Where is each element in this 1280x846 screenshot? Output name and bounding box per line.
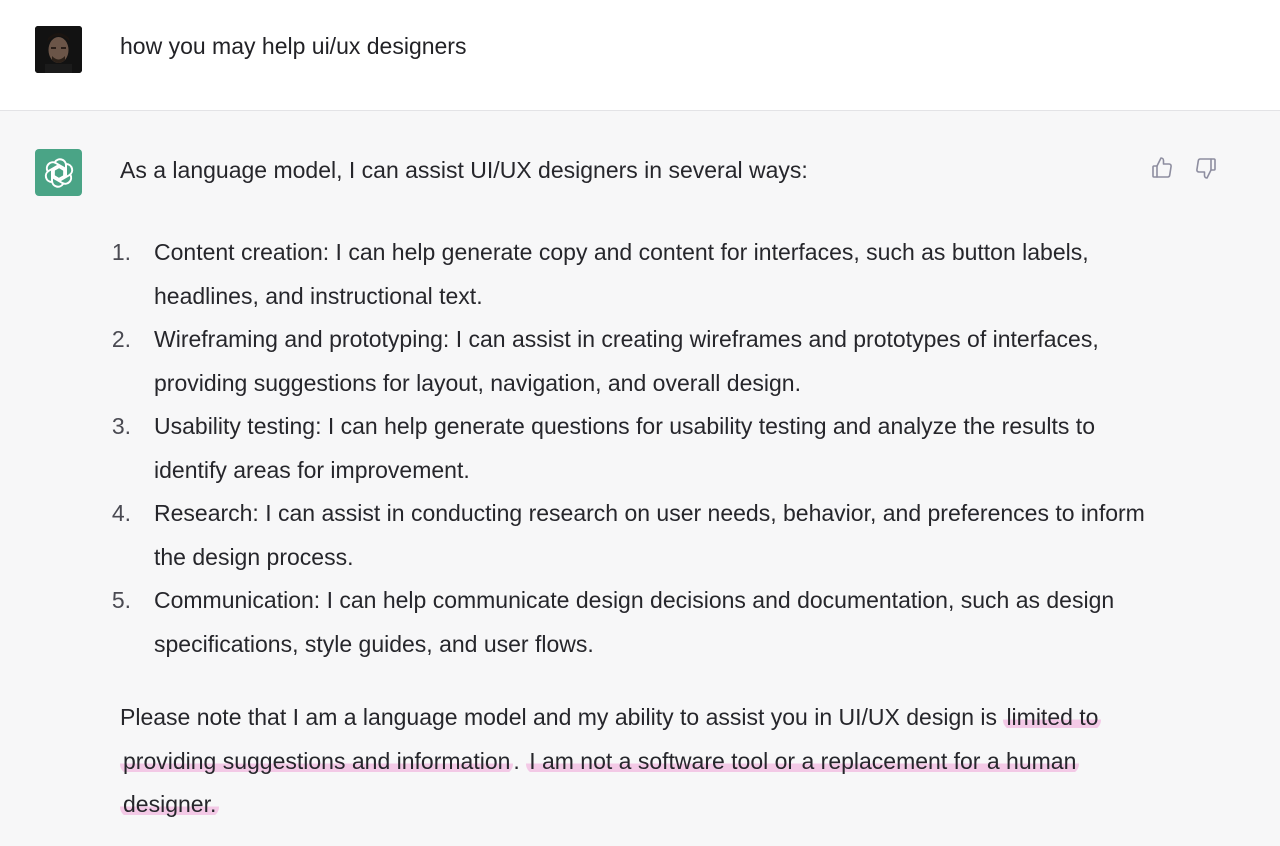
assistant-message-row: As a language model, I can assist UI/UX … (0, 111, 1280, 846)
list-item: 5. Communication: I can help communicate… (112, 579, 1150, 666)
list-item-text: Research: I can assist in conducting res… (154, 500, 1145, 570)
list-item-text: Communication: I can help communicate de… (154, 587, 1115, 657)
list-number: 5. (111, 587, 131, 613)
assistant-intro: As a language model, I can assist UI/UX … (120, 157, 808, 183)
list-item: 3. Usability testing: I can help generat… (112, 405, 1150, 492)
list-item: 1. Content creation: I can help generate… (112, 231, 1150, 318)
user-message-row: how you may help ui/ux designers (0, 0, 1280, 111)
list-item: 2. Wireframing and prototyping: I can as… (112, 318, 1150, 405)
list-number: 1. (111, 239, 131, 265)
assistant-message-content: As a language model, I can assist UI/UX … (112, 155, 1150, 827)
openai-logo-icon (44, 157, 73, 188)
user-avatar (35, 26, 82, 73)
list-number: 2. (111, 326, 131, 352)
list-number: 3. (111, 413, 131, 439)
list-number: 4. (111, 500, 131, 526)
assistant-avatar (35, 149, 82, 196)
note-text: Please note that I am a language model a… (120, 704, 1004, 730)
thumbs-up-button[interactable] (1149, 155, 1175, 181)
assistant-list: 1. Content creation: I can help generate… (112, 231, 1150, 666)
note-separator: . (513, 747, 527, 774)
thumbs-down-button[interactable] (1193, 155, 1219, 181)
thumbs-up-icon (1152, 157, 1172, 178)
user-message-text: how you may help ui/ux designers (120, 33, 467, 59)
assistant-note: Please note that I am a language model a… (120, 696, 1150, 827)
list-item-text: Wireframing and prototyping: I can assis… (154, 326, 1099, 396)
user-avatar-image (35, 26, 82, 73)
list-item-text: Content creation: I can help generate co… (154, 239, 1089, 309)
list-item-text: Usability testing: I can help generate q… (154, 413, 1095, 483)
thumbs-down-icon (1196, 158, 1216, 179)
list-item: 4. Research: I can assist in conducting … (112, 492, 1150, 579)
